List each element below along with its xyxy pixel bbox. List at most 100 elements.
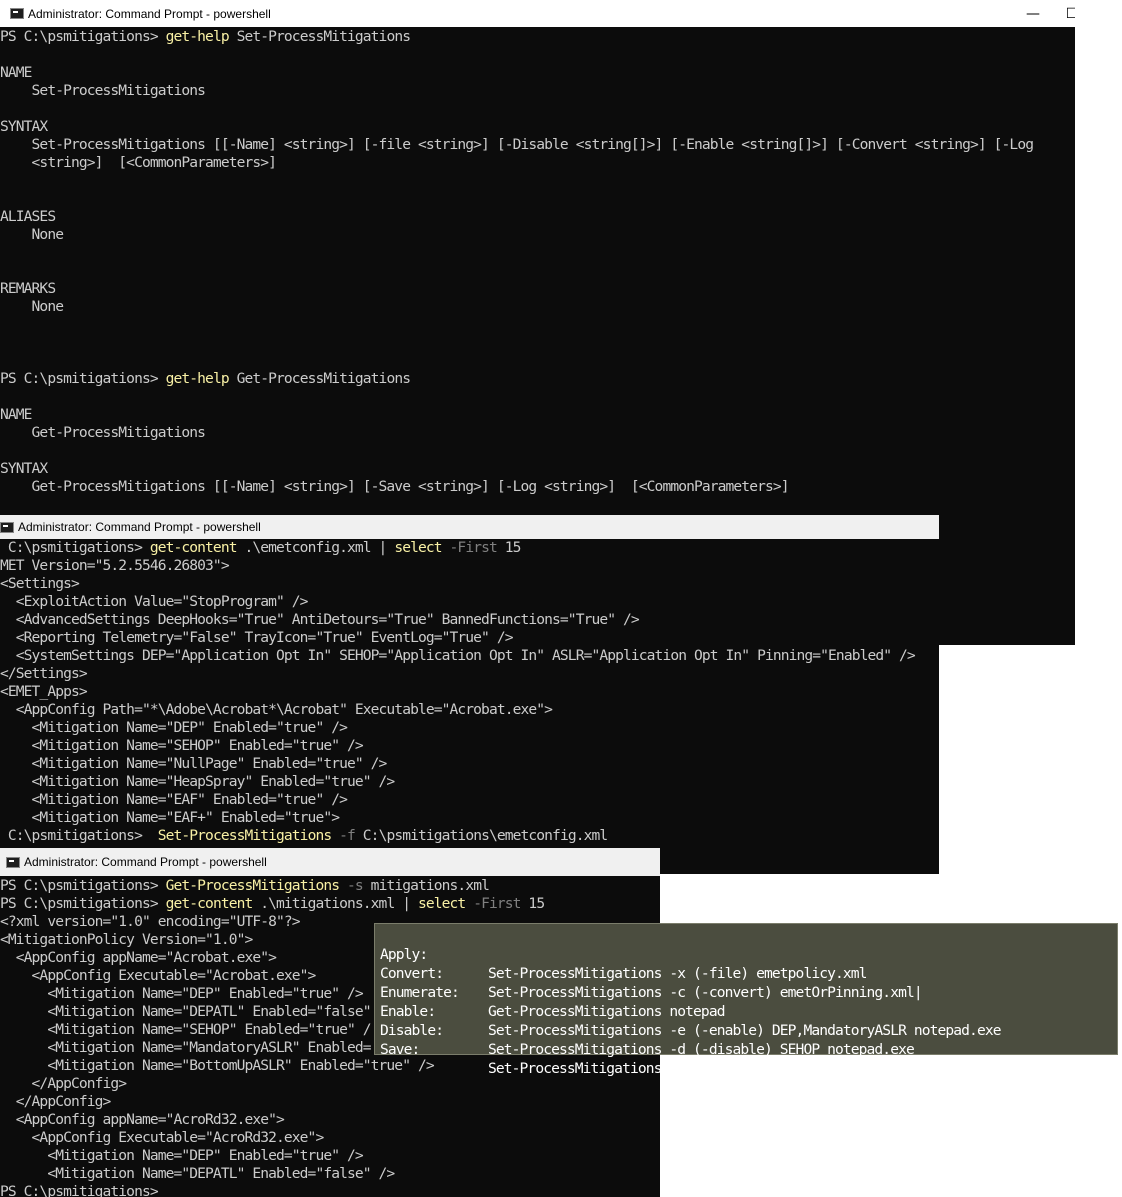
console-text: <Settings> — [0, 575, 80, 592]
console-line: <Mitigation Name="MandatoryASLR" Enabled… — [0, 1039, 371, 1057]
console-line: <EMET_Apps> — [0, 683, 88, 701]
console-text: <MitigationPolicy Version="1.0"> — [0, 931, 253, 948]
console-text: <Mitigation Name="DEP" Enabled="true" /> — [0, 985, 363, 1002]
console-text: <Mitigation Name="SEHOP" Enabled="true" … — [0, 1021, 371, 1038]
console-text: .\mitigations.xml | — [252, 895, 418, 912]
console-line: Get-ProcessMitigations — [0, 424, 206, 442]
console-text: -f — [331, 827, 356, 844]
powershell-window-2[interactable]: Administrator: Command Prompt - powershe… — [0, 515, 939, 874]
console-line: Set-ProcessMitigations — [0, 82, 206, 100]
console-text: Get-ProcessMitigations — [0, 424, 206, 441]
console-text: <AdvancedSettings DeepHooks="True" AntiD… — [0, 611, 640, 628]
console-text: SYNTAX — [0, 460, 48, 477]
console-line: NAME — [0, 64, 32, 82]
console-line: SYNTAX — [0, 118, 48, 136]
console-line: PS C:\psmitigations> get-content .\mitig… — [0, 895, 545, 913]
console-line: PS C:\psmitigations> Get-ProcessMitigati… — [0, 877, 490, 895]
console-text: </AppConfig> — [0, 1075, 128, 1092]
maximize-button[interactable]: ☐ — [1062, 0, 1075, 27]
console-text: PS C:\psmitigations> — [0, 370, 166, 387]
console-text: <Mitigation Name="EAF+" Enabled="true"> — [0, 809, 340, 826]
console-line: <Mitigation Name="SEHOP" Enabled="true" … — [0, 737, 364, 755]
tooltip-value: Set-ProcessMitigations -e (-enable) DEP,… — [488, 1022, 1002, 1039]
console-text: get-help — [165, 370, 230, 387]
console-line: <AppConfig appName="Acrobat.exe"> — [0, 949, 277, 967]
console-line: <Mitigation Name="DEPATL" Enabled="false… — [0, 1003, 371, 1021]
console-line: PS C:\psmitigations> get-help Set-Proces… — [0, 28, 411, 46]
console-text: <Mitigation Name="DEPATL" Enabled="false… — [0, 1165, 395, 1182]
console-text: <Mitigation Name="BottomUpASLR" Enabled=… — [0, 1057, 434, 1074]
console-text: Set-ProcessMitigations — [0, 82, 206, 99]
console-text: C:\psmitigations\emetconfig.xml — [354, 827, 608, 844]
console-line: <string>] [<CommonParameters>] — [0, 154, 277, 172]
window-1-titlebar[interactable]: Administrator: Command Prompt - powershe… — [0, 0, 1075, 27]
tooltip-value: Set-ProcessMitigations -s (-save) FileNa… — [488, 1060, 852, 1077]
console-line: <AppConfig appName="AcroRd32.exe"> — [0, 1111, 285, 1129]
tooltip-value: Set-ProcessMitigations -c (-convert) eme… — [488, 984, 923, 1001]
console-line: <Settings> — [0, 575, 80, 593]
console-text: <string>] [<CommonParameters>] — [0, 154, 277, 171]
console-text: <Mitigation Name="SEHOP" Enabled="true" … — [0, 737, 364, 754]
console-text: </Settings> — [0, 665, 88, 682]
command-prompt-icon — [6, 856, 20, 868]
console-text: Get-ProcessMitigations — [228, 370, 411, 387]
tooltip-row: Enable: Set-ProcessMitigations -e (-enab… — [380, 983, 1002, 1039]
console-line: C:\psmitigations> get-content .\emetconf… — [0, 539, 522, 557]
tooltip-key: Save: — [380, 1041, 420, 1058]
console-line: <SystemSettings DEP="Application Opt In"… — [0, 647, 916, 665]
console-text: <Mitigation Name="MandatoryASLR" Enabled… — [0, 1039, 371, 1056]
console-line: <Mitigation Name="SEHOP" Enabled="true" … — [0, 1021, 371, 1039]
console-text: C:\psmitigations> — [0, 539, 150, 556]
console-text: <AppConfig appName="AcroRd32.exe"> — [0, 1111, 285, 1128]
tooltip-row: Disable: Set-ProcessMitigations -d (-dis… — [380, 1002, 915, 1058]
console-text: <ExploitAction Value="StopProgram" /> — [0, 593, 309, 610]
console-text: .\emetconfig.xml | — [236, 539, 395, 556]
console-line: <Mitigation Name="BottomUpASLR" Enabled=… — [0, 1057, 434, 1075]
command-reference-tooltip: Apply: Set-ProcessMitigations -x (-file)… — [374, 923, 1118, 1077]
console-text: <SystemSettings DEP="Application Opt In"… — [0, 647, 916, 664]
tooltip-row: Enumerate: Get-ProcessMitigations notepa… — [380, 964, 725, 1020]
minimize-button[interactable]: — — [1020, 0, 1046, 27]
console-line: NAME — [0, 406, 32, 424]
console-text: PS C:\psmitigations> — [0, 895, 166, 912]
console-text: <Mitigation Name="EAF" Enabled="true" /> — [0, 791, 348, 808]
console-text: <AppConfig Executable="Acrobat.exe"> — [0, 967, 317, 984]
console-text: <Mitigation Name="NullPage" Enabled="tru… — [0, 755, 388, 772]
console-text: <Mitigation Name="DEP" Enabled="true" /> — [0, 719, 348, 736]
console-text: <EMET_Apps> — [0, 683, 88, 700]
console-text: -First — [441, 539, 498, 556]
console-text: ALIASES — [0, 208, 56, 225]
console-text: mitigations.xml — [362, 877, 490, 894]
console-text: C:\psmitigations> — [0, 827, 158, 844]
console-line: <Mitigation Name="HeapSpray" Enabled="tr… — [0, 773, 396, 791]
console-line: MET Version="5.2.5546.26803"> — [0, 557, 230, 575]
window-2-titlebar[interactable]: Administrator: Command Prompt - powershe… — [0, 515, 939, 539]
console-line: <ExploitAction Value="StopProgram" /> — [0, 593, 309, 611]
console-text: PS C:\psmitigations> — [0, 28, 166, 45]
window-3-titlebar[interactable]: Administrator: Command Prompt - powershe… — [0, 848, 660, 876]
tooltip-row: Apply: Set-ProcessMitigations -x (-file)… — [380, 926, 867, 982]
console-text: PS C:\psmitigations> — [0, 877, 166, 894]
console-text: <?xml version="1.0" encoding="UTF-8"?> — [0, 913, 301, 930]
console-text: Set-ProcessMitigations — [157, 827, 332, 844]
console-line: </Settings> — [0, 665, 88, 683]
console-text: <Mitigation Name="DEPATL" Enabled="false… — [0, 1003, 371, 1020]
window-3-title: Administrator: Command Prompt - powershe… — [24, 855, 267, 869]
console-line: <?xml version="1.0" encoding="UTF-8"?> — [0, 913, 301, 931]
console-text: get-content — [149, 539, 238, 556]
tooltip-value: Get-ProcessMitigations notepad — [488, 1003, 725, 1020]
console-text: NAME — [0, 406, 32, 423]
console-line: <Mitigation Name="EAF+" Enabled="true"> — [0, 809, 340, 827]
console-text: get-help — [165, 28, 230, 45]
console-line: C:\psmitigations> Set-ProcessMitigations… — [0, 827, 608, 845]
console-text: 15 — [496, 539, 522, 556]
console-text: Get-ProcessMitigations — [165, 877, 340, 894]
console-line: Set-ProcessMitigations [[-Name] <string>… — [0, 136, 1034, 154]
window-2-console[interactable]: C:\psmitigations> get-content .\emetconf… — [0, 539, 939, 874]
console-text: None — [0, 226, 64, 243]
console-line: ALIASES — [0, 208, 56, 226]
console-line: <Reporting Telemetry="False" TrayIcon="T… — [0, 629, 514, 647]
console-line: <Mitigation Name="DEPATL" Enabled="false… — [0, 1165, 395, 1183]
console-text: REMARKS — [0, 280, 56, 297]
console-text: -s — [339, 877, 364, 894]
